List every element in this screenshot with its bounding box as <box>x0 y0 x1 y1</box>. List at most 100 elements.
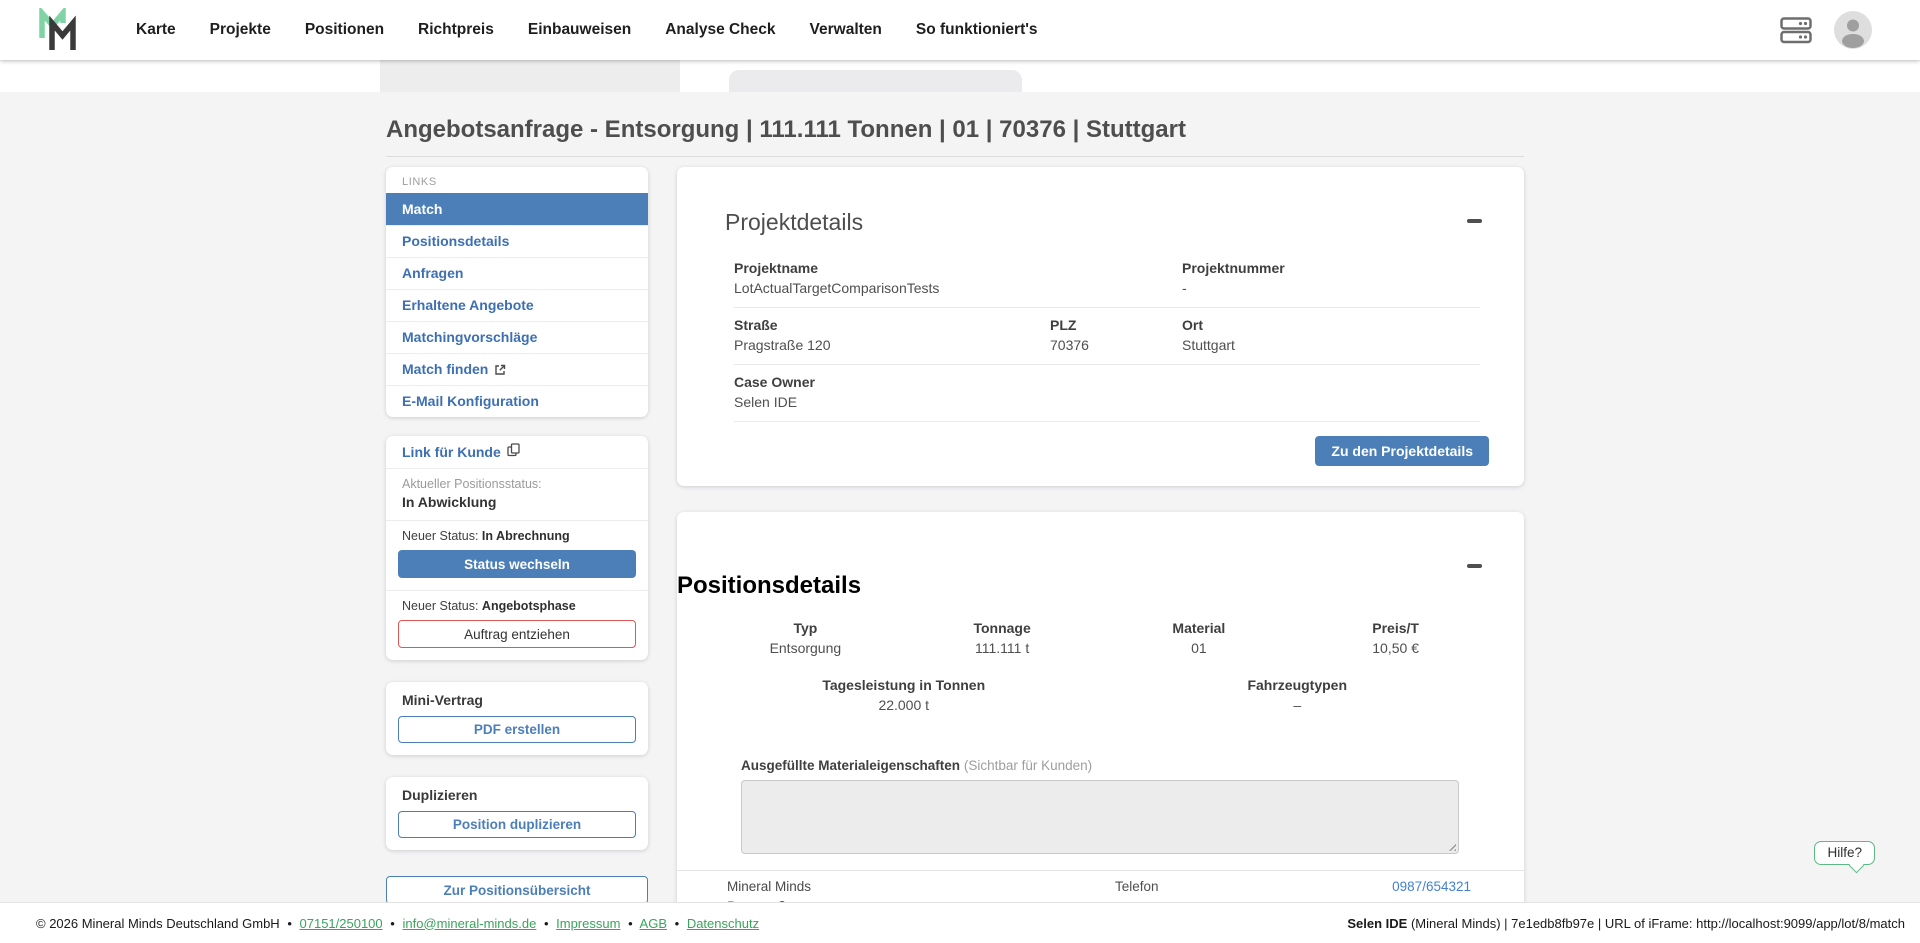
mini-contract-card: Mini-Vertrag PDF erstellen <box>386 682 648 755</box>
nav-item-positionen[interactable]: Positionen <box>305 21 384 39</box>
go-to-project-details-button[interactable]: Zu den Projektdetails <box>1315 436 1489 466</box>
field-row: Case Owner Selen IDE <box>734 365 1480 422</box>
mineral-minds-logo-icon[interactable] <box>38 8 78 57</box>
footer-separator: • <box>544 916 549 931</box>
ort-label: Ort <box>1182 317 1480 334</box>
sidebar-item-label: Match finden <box>402 354 488 385</box>
sidebar-item-match[interactable]: Match <box>386 193 648 225</box>
title-divider <box>386 156 1524 157</box>
main-menu: Karte Projekte Positionen Richtpreis Ein… <box>136 0 1038 60</box>
projektnummer-value: - <box>1182 280 1480 297</box>
main-content: Projektdetails Projektname LotActualTarg… <box>677 167 1524 902</box>
next-status-billing-line: Neuer Status: In Abrechnung <box>398 529 636 550</box>
customer-link[interactable]: Link für Kunde <box>386 436 648 468</box>
footer-separator: • <box>390 916 395 931</box>
footer-datenschutz-link[interactable]: Datenschutz <box>687 916 759 931</box>
project-details-fields: Projektname LotActualTargetComparisonTes… <box>734 251 1480 422</box>
footer-phone-link[interactable]: 07151/250100 <box>300 916 383 931</box>
sidebar-item-email-konfiguration[interactable]: E-Mail Konfiguration <box>386 385 648 417</box>
telefon-link[interactable]: 0987/654321 <box>1392 877 1471 897</box>
footer-agb-link[interactable]: AGB <box>640 916 667 931</box>
links-card: LINKS Match Positionsdetails Anfragen Er… <box>386 167 648 417</box>
mini-contract-title: Mini-Vertrag <box>398 692 636 716</box>
typ-label: Typ <box>707 620 904 637</box>
nav-item-verwalten[interactable]: Verwalten <box>810 21 882 39</box>
collapse-icon[interactable] <box>1467 564 1482 568</box>
next-status-offer-section: Neuer Status: Angebotsphase Auftrag entz… <box>386 590 648 660</box>
top-navbar: Karte Projekte Positionen Richtpreis Ein… <box>0 0 1920 60</box>
position-secondary-row: Tagesleistung in Tonnen 22.000 t Fahrzeu… <box>707 677 1494 714</box>
status-card: Link für Kunde Aktueller Positionsstatus… <box>386 436 648 660</box>
page-title: Angebotsanfrage - Entsorgung | 111.111 T… <box>386 116 1920 144</box>
projektnummer-label: Projektnummer <box>1182 260 1480 277</box>
tonnage-value: 111.111 t <box>904 640 1101 657</box>
case-owner-label: Case Owner <box>734 374 1480 391</box>
nav-item-einbauweisen[interactable]: Einbauweisen <box>528 21 631 39</box>
nav-item-analyse-check[interactable]: Analyse Check <box>665 21 775 39</box>
footer-impressum-link[interactable]: Impressum <box>556 916 620 931</box>
contact-section: Mineral Minds Pragstraße 70376 Stuttgart… <box>677 870 1524 902</box>
scrolled-ghost-block-rounded <box>729 70 1022 92</box>
app-root: Karte Projekte Positionen Richtpreis Ein… <box>0 0 1920 943</box>
collapse-icon[interactable] <box>1467 219 1482 223</box>
position-details-card: Positionsdetails Typ Entsorgung Tonnage … <box>677 512 1524 902</box>
field-row: Straße Pragstraße 120 PLZ 70376 Ort Stut… <box>734 308 1480 365</box>
typ-value: Entsorgung <box>707 640 904 657</box>
current-status-label: Aktueller Positionsstatus: <box>402 477 632 491</box>
sidebar-item-label: E-Mail Konfiguration <box>402 386 539 417</box>
material-properties-textarea[interactable] <box>741 780 1459 854</box>
nav-item-so-funktionierts[interactable]: So funktioniert's <box>916 21 1038 39</box>
strasse-label: Straße <box>734 317 1050 334</box>
field-row: Projektname LotActualTargetComparisonTes… <box>734 251 1480 308</box>
sidebar-item-positionsdetails[interactable]: Positionsdetails <box>386 225 648 257</box>
nav-item-richtpreis[interactable]: Richtpreis <box>418 21 494 39</box>
preis-label: Preis/T <box>1297 620 1494 637</box>
duplicate-position-button[interactable]: Position duplizieren <box>398 811 636 838</box>
footer-session-info: Selen IDE (Mineral Minds) | 7e1edb8fb97e… <box>1347 916 1905 931</box>
footer-email-link[interactable]: info@mineral-minds.de <box>402 916 536 931</box>
user-avatar[interactable] <box>1834 11 1872 49</box>
footer-separator: • <box>287 916 292 931</box>
project-details-card: Projektdetails Projektname LotActualTarg… <box>677 167 1524 486</box>
plz-label: PLZ <box>1050 317 1182 334</box>
help-button[interactable]: Hilfe? <box>1814 841 1875 865</box>
sidebar-item-label: Match <box>402 194 442 225</box>
position-summary-row: Typ Entsorgung Tonnage 111.111 t Materia… <box>707 620 1494 657</box>
next-status-billing-value: In Abrechnung <box>482 529 570 543</box>
change-status-button[interactable]: Status wechseln <box>398 550 636 578</box>
material-label: Material <box>1101 620 1298 637</box>
tagesleistung-value: 22.000 t <box>707 697 1101 714</box>
position-details-title: Positionsdetails <box>677 572 1524 600</box>
nav-item-karte[interactable]: Karte <box>136 21 176 39</box>
position-overview-button[interactable]: Zur Positionsübersicht <box>386 876 648 902</box>
sidebar-item-erhaltene-angebote[interactable]: Erhaltene Angebote <box>386 289 648 321</box>
sidebar-item-label: Anfragen <box>402 258 463 289</box>
case-owner-value: Selen IDE <box>734 394 1480 411</box>
sidebar-item-anfragen[interactable]: Anfragen <box>386 257 648 289</box>
nav-item-projekte[interactable]: Projekte <box>210 21 271 39</box>
ort-value: Stuttgart <box>1182 337 1480 354</box>
customer-link-label: Link für Kunde <box>402 444 501 460</box>
current-status-value: In Abwicklung <box>402 494 632 510</box>
fahrzeugtypen-value: – <box>1101 697 1495 714</box>
sidebar-item-matchingvorschlaege[interactable]: Matchingvorschläge <box>386 321 648 353</box>
sidebar-item-match-finden[interactable]: Match finden <box>386 353 648 385</box>
next-status-offer-line: Neuer Status: Angebotsphase <box>398 599 636 620</box>
current-status-block: Aktueller Positionsstatus: In Abwicklung <box>386 468 648 520</box>
content-viewport: Angebotsanfrage - Entsorgung | 111.111 T… <box>0 60 1920 902</box>
telefon-row: Telefon 0987/654321 <box>1115 877 1471 897</box>
material-properties-section: Ausgefüllte Materialeigenschaften (Sicht… <box>741 758 1459 854</box>
footer: © 2026 Mineral Minds Deutschland GmbH • … <box>0 902 1920 943</box>
footer-separator: • <box>628 916 633 931</box>
duplicate-title: Duplizieren <box>398 787 636 811</box>
tagesleistung-label: Tagesleistung in Tonnen <box>707 677 1101 694</box>
create-pdf-button[interactable]: PDF erstellen <box>398 716 636 743</box>
sidebar: LINKS Match Positionsdetails Anfragen Er… <box>386 167 648 902</box>
fahrzeugtypen-label: Fahrzeugtypen <box>1101 677 1495 694</box>
telefon-label: Telefon <box>1115 877 1159 897</box>
server-rack-icon[interactable] <box>1780 17 1812 49</box>
material-value: 01 <box>1101 640 1298 657</box>
footer-left: © 2026 Mineral Minds Deutschland GmbH • … <box>36 916 759 931</box>
withdraw-order-button[interactable]: Auftrag entziehen <box>398 620 636 648</box>
scrolled-content-strip <box>0 60 1920 92</box>
